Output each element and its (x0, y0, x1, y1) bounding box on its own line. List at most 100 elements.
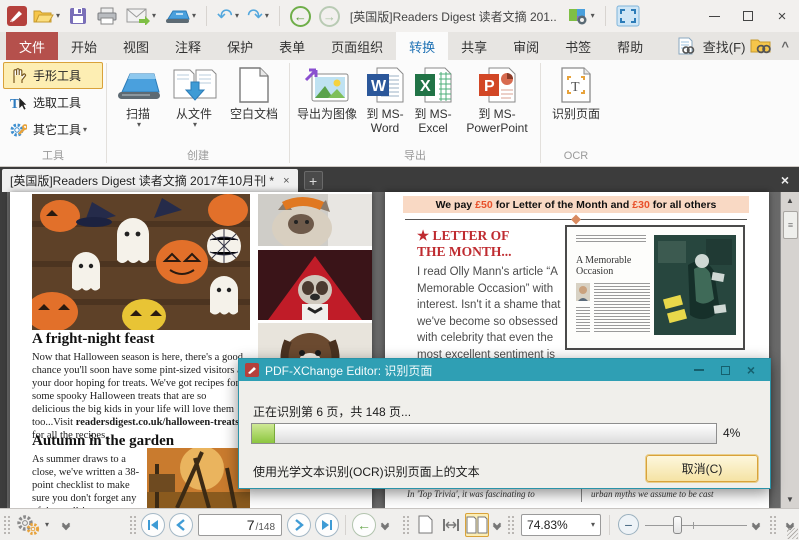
article1-title: A fright-night feast (32, 331, 155, 348)
toolbar-grip (769, 515, 776, 535)
forward-button[interactable]: → (315, 3, 344, 29)
ocr-pages-label: 识别页面 (552, 107, 600, 121)
thumb-text-lines (594, 283, 650, 333)
current-page: 7 (247, 517, 255, 533)
find-document-icon[interactable] (676, 36, 696, 56)
undo-icon: ↶ (217, 7, 233, 26)
tab-protect[interactable]: 保护 (214, 32, 266, 60)
previous-view-button[interactable]: ← (352, 513, 376, 537)
zoom-value: 74.83% (527, 518, 589, 532)
slider-tick (693, 522, 694, 529)
find-folder-icon[interactable] (749, 36, 773, 56)
tab-form[interactable]: 表单 (266, 32, 318, 60)
cancel-button[interactable]: 取消(C) (646, 455, 758, 482)
double-chevron-icon[interactable] (753, 521, 759, 529)
to-excel-button[interactable]: X 到 MS-Excel (409, 62, 457, 135)
tab-help[interactable]: 帮助 (604, 32, 656, 60)
back-button[interactable]: ← (286, 3, 315, 29)
zoom-level-select[interactable]: 74.83% ▾ (521, 514, 601, 536)
dialog-titlebar[interactable]: PDF-XChange Editor: 识别页面 × (239, 359, 770, 381)
close-document-icon[interactable]: × (781, 172, 799, 192)
first-page-button[interactable] (141, 513, 165, 537)
tab-view[interactable]: 视图 (110, 32, 162, 60)
other-tools-button[interactable]: 其它工具 ▾ (3, 116, 103, 143)
close-button[interactable]: × (765, 2, 799, 30)
article1-body: Now that Halloween season is here, there… (32, 351, 246, 442)
redo-button[interactable]: ↷▾ (243, 3, 273, 29)
tab-review[interactable]: 审阅 (500, 32, 552, 60)
fit-width-button[interactable] (439, 513, 463, 537)
ocr-pages-button[interactable]: T 识别页面 (544, 62, 608, 121)
word-icon: W (365, 66, 405, 104)
minimize-icon (709, 16, 720, 17)
last-page-button[interactable] (315, 513, 339, 537)
scan-button-small[interactable]: ▾ (160, 3, 200, 29)
close-icon: × (778, 9, 787, 24)
next-page-button[interactable] (287, 513, 311, 537)
tab-comment[interactable]: 注释 (162, 32, 214, 60)
to-powerpoint-button[interactable]: P 到 MS-PowerPoint (457, 62, 537, 135)
svg-text:T: T (571, 80, 580, 95)
chevron-down-icon: ▾ (591, 521, 595, 529)
blank-document-button[interactable]: 空白文档 (222, 62, 286, 121)
double-chevron-icon[interactable] (494, 521, 500, 529)
maximize-icon (743, 11, 753, 21)
zoom-slider[interactable] (645, 514, 747, 536)
open-button[interactable]: ▾ (28, 3, 64, 29)
hand-tool-button[interactable]: 手形工具 (3, 62, 103, 89)
zoom-out-button[interactable]: − (618, 514, 639, 535)
scroll-up-icon[interactable]: ▲ (781, 192, 799, 209)
document-tab[interactable]: [英国版]Readers Digest 读者文摘 2017年10月刊 * × (2, 169, 298, 192)
scrollbar-thumb[interactable]: ≡ (783, 211, 798, 239)
maximize-button[interactable] (731, 2, 765, 30)
save-button[interactable] (64, 3, 92, 29)
scroll-down-icon[interactable]: ▼ (781, 491, 799, 508)
double-chevron-icon[interactable] (382, 521, 388, 529)
svg-text:W: W (371, 78, 387, 95)
undo-button[interactable]: ↶▾ (213, 3, 243, 29)
dialog-maximize-button[interactable] (712, 361, 738, 379)
minimize-button[interactable] (697, 2, 731, 30)
print-button[interactable] (92, 3, 122, 29)
select-tool-button[interactable]: T 选取工具 (3, 89, 103, 116)
previous-page-button[interactable] (169, 513, 193, 537)
resize-grip[interactable] (787, 528, 798, 539)
vertical-scrollbar[interactable]: ▲ ≡ ▼ (780, 192, 799, 508)
email-button[interactable]: ▾ (122, 3, 160, 29)
scan-button[interactable]: 扫描 ▾ (110, 62, 166, 129)
halloween-cookies-photo (32, 194, 250, 330)
maximize-icon (721, 366, 730, 375)
single-page-button[interactable] (413, 513, 437, 537)
export-image-button[interactable]: 导出为图像 (293, 62, 361, 121)
new-tab-button[interactable]: + (304, 171, 323, 190)
tab-bookmarks[interactable]: 书签 (552, 32, 604, 60)
diamond-ornament (571, 215, 581, 225)
from-file-button[interactable]: 从文件 ▾ (166, 62, 222, 129)
two-page-view-button[interactable] (465, 513, 489, 537)
document-tab-bar: [英国版]Readers Digest 读者文摘 2017年10月刊 * × +… (0, 167, 799, 192)
app-logo-icon (6, 5, 28, 27)
tab-file[interactable]: 文件 (6, 32, 58, 60)
page-number-input[interactable]: 7 /148 (198, 514, 282, 536)
double-chevron-icon[interactable] (63, 521, 69, 529)
thumb-illustration (654, 235, 736, 335)
tab-close-icon[interactable]: × (283, 175, 289, 187)
tab-share[interactable]: 共享 (448, 32, 500, 60)
autumn-garden-photo (147, 448, 250, 508)
to-word-button[interactable]: W 到 MS-Word (361, 62, 409, 135)
chevron-down-icon[interactable]: ▾ (45, 521, 49, 529)
ui-options-button[interactable]: ▾ (563, 3, 599, 29)
fullscreen-button[interactable] (612, 3, 644, 29)
options-gears-button[interactable] (15, 514, 41, 536)
dialog-close-button[interactable]: × (738, 361, 764, 379)
page-bottom-text-right: urban myths we assume to be cast (591, 489, 714, 499)
slider-handle[interactable] (673, 516, 682, 534)
tab-convert[interactable]: 转换 (396, 32, 448, 60)
tab-home[interactable]: 开始 (58, 32, 110, 60)
banner-amount-50: £50 (475, 199, 493, 211)
slider-track (645, 525, 747, 526)
dialog-minimize-button[interactable] (686, 361, 712, 379)
ribbon-collapse-button[interactable]: ^ (781, 39, 789, 54)
tab-organize[interactable]: 页面组织 (318, 32, 396, 60)
find-button[interactable]: 查找(F) (703, 37, 746, 56)
